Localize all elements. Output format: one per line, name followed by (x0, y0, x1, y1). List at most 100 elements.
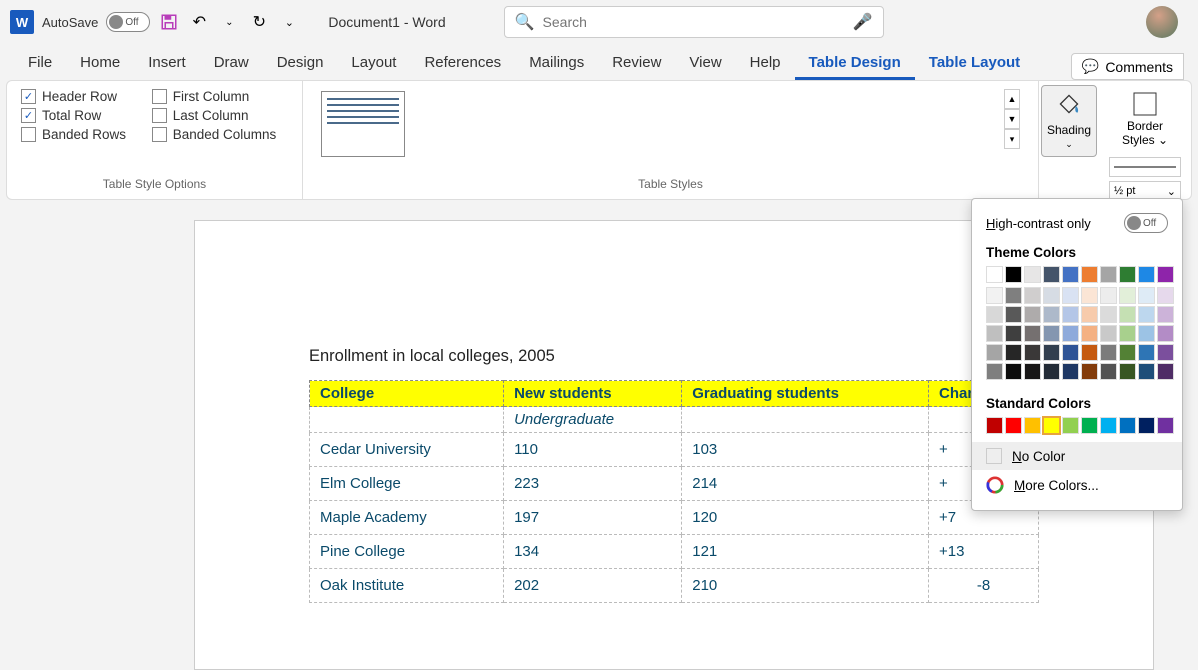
color-swatch[interactable] (1005, 344, 1022, 361)
more-colors-item[interactable]: More Colors... (972, 470, 1182, 500)
color-swatch[interactable] (1081, 266, 1098, 283)
tab-draw[interactable]: Draw (200, 48, 263, 80)
color-swatch[interactable] (1024, 325, 1041, 342)
color-swatch[interactable] (1119, 363, 1136, 380)
tab-view[interactable]: View (675, 48, 735, 80)
color-swatch[interactable] (1081, 417, 1098, 434)
color-swatch[interactable] (1100, 325, 1117, 342)
color-swatch[interactable] (1138, 344, 1155, 361)
save-icon[interactable] (158, 11, 180, 33)
opt-banded-rows[interactable]: Banded Rows (21, 127, 138, 142)
color-swatch[interactable] (1024, 306, 1041, 323)
col-graduating[interactable]: Graduating students (682, 381, 929, 407)
color-swatch[interactable] (1081, 306, 1098, 323)
color-swatch[interactable] (1081, 344, 1098, 361)
border-styles-button[interactable]: BorderStyles ⌄ (1109, 89, 1181, 147)
color-swatch[interactable] (1100, 266, 1117, 283)
color-swatch[interactable] (986, 325, 1003, 342)
subhead-undergrad[interactable]: Undergraduate (504, 407, 682, 433)
border-line-style[interactable] (1109, 157, 1181, 177)
shading-button[interactable]: Shading ⌄ (1041, 85, 1097, 157)
comments-button[interactable]: 💬 Comments (1071, 53, 1184, 80)
tab-insert[interactable]: Insert (134, 48, 200, 80)
opt-first-column[interactable]: First Column (152, 89, 288, 104)
color-swatch[interactable] (1024, 363, 1041, 380)
color-swatch[interactable] (1100, 287, 1117, 304)
mic-icon[interactable]: 🎤 (853, 12, 873, 32)
styles-more-icon[interactable]: ▾ (1004, 129, 1020, 149)
color-swatch[interactable] (1005, 417, 1022, 434)
color-swatch[interactable] (1024, 266, 1041, 283)
color-swatch[interactable] (1043, 344, 1060, 361)
color-swatch[interactable] (1138, 417, 1155, 434)
redo-icon[interactable]: ↻ (248, 11, 270, 33)
color-swatch[interactable] (1138, 325, 1155, 342)
color-swatch[interactable] (986, 363, 1003, 380)
color-swatch[interactable] (1138, 266, 1155, 283)
color-swatch[interactable] (1043, 417, 1060, 434)
color-swatch[interactable] (1157, 266, 1174, 283)
search-input[interactable] (543, 14, 845, 30)
tab-references[interactable]: References (410, 48, 515, 80)
color-swatch[interactable] (1119, 287, 1136, 304)
tab-help[interactable]: Help (736, 48, 795, 80)
tab-home[interactable]: Home (66, 48, 134, 80)
tab-mailings[interactable]: Mailings (515, 48, 598, 80)
color-swatch[interactable] (1119, 266, 1136, 283)
opt-last-column[interactable]: Last Column (152, 108, 288, 123)
color-swatch[interactable] (1062, 417, 1079, 434)
color-swatch[interactable] (986, 287, 1003, 304)
color-swatch[interactable] (1157, 344, 1174, 361)
color-swatch[interactable] (1043, 363, 1060, 380)
color-swatch[interactable] (1138, 306, 1155, 323)
tab-table-layout[interactable]: Table Layout (915, 48, 1034, 80)
color-swatch[interactable] (1062, 344, 1079, 361)
color-swatch[interactable] (1062, 363, 1079, 380)
color-swatch[interactable] (1081, 287, 1098, 304)
color-swatch[interactable] (1005, 287, 1022, 304)
color-swatch[interactable] (986, 344, 1003, 361)
table-style-preview[interactable] (321, 91, 405, 157)
color-swatch[interactable] (1119, 306, 1136, 323)
col-new-students[interactable]: New students (504, 381, 682, 407)
color-swatch[interactable] (1024, 287, 1041, 304)
color-swatch[interactable] (1100, 344, 1117, 361)
color-swatch[interactable] (1043, 325, 1060, 342)
color-swatch[interactable] (1119, 417, 1136, 434)
color-swatch[interactable] (986, 306, 1003, 323)
color-swatch[interactable] (1062, 325, 1079, 342)
color-swatch[interactable] (1081, 363, 1098, 380)
color-swatch[interactable] (1024, 417, 1041, 434)
col-college[interactable]: College (310, 381, 504, 407)
color-swatch[interactable] (986, 417, 1003, 434)
color-swatch[interactable] (1005, 363, 1022, 380)
color-swatch[interactable] (1043, 306, 1060, 323)
tab-file[interactable]: File (14, 48, 66, 80)
color-swatch[interactable] (1005, 306, 1022, 323)
styles-down-icon[interactable]: ▼ (1004, 109, 1020, 129)
qat-customize-icon[interactable]: ⌄ (278, 11, 300, 33)
color-swatch[interactable] (1157, 306, 1174, 323)
color-swatch[interactable] (1005, 325, 1022, 342)
tab-review[interactable]: Review (598, 48, 675, 80)
opt-total-row[interactable]: Total Row (21, 108, 138, 123)
color-swatch[interactable] (1043, 266, 1060, 283)
autosave-toggle[interactable]: Off (106, 12, 150, 32)
opt-header-row[interactable]: Header Row (21, 89, 138, 104)
user-avatar[interactable] (1146, 6, 1178, 38)
color-swatch[interactable] (1024, 344, 1041, 361)
color-swatch[interactable] (1100, 363, 1117, 380)
color-swatch[interactable] (1100, 417, 1117, 434)
no-color-item[interactable]: No Color (972, 442, 1182, 470)
tab-layout[interactable]: Layout (337, 48, 410, 80)
color-swatch[interactable] (1138, 363, 1155, 380)
color-swatch[interactable] (1157, 417, 1174, 434)
color-swatch[interactable] (986, 266, 1003, 283)
color-swatch[interactable] (1005, 266, 1022, 283)
tab-design[interactable]: Design (263, 48, 338, 80)
styles-up-icon[interactable]: ▲ (1004, 89, 1020, 109)
color-swatch[interactable] (1157, 325, 1174, 342)
color-swatch[interactable] (1119, 344, 1136, 361)
color-swatch[interactable] (1062, 287, 1079, 304)
color-swatch[interactable] (1081, 325, 1098, 342)
